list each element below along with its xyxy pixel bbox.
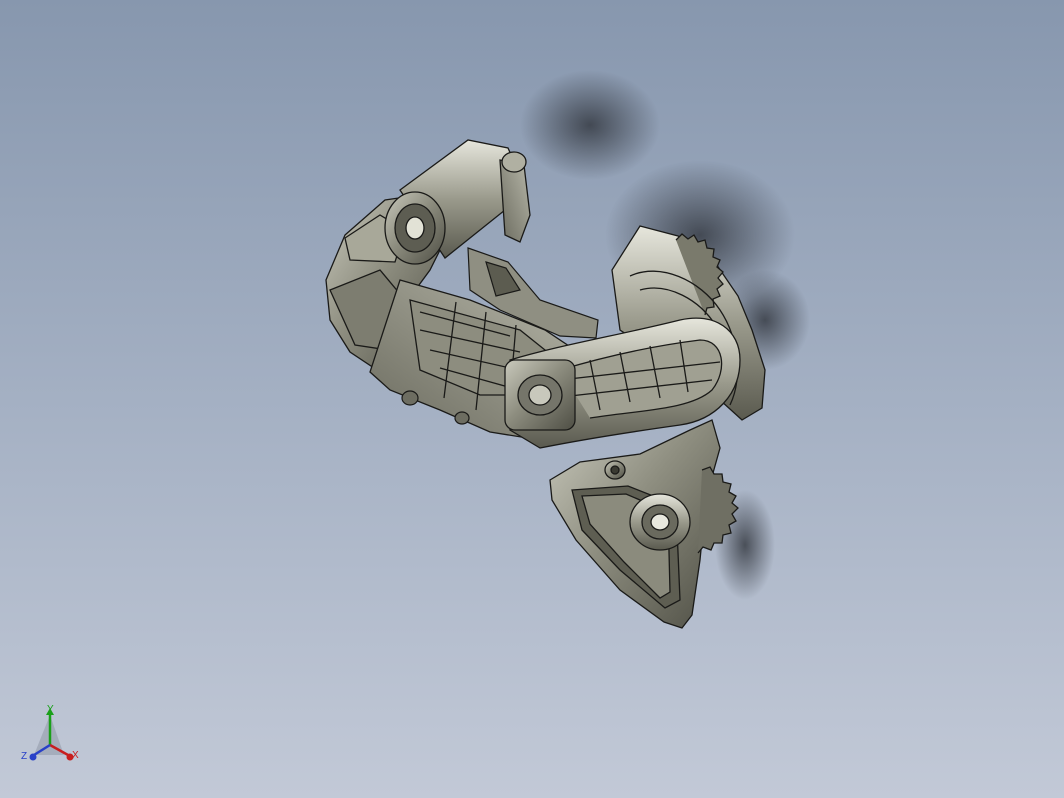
triad-z-label: Z xyxy=(21,751,28,762)
pivot-bolt[interactable] xyxy=(504,359,576,431)
rear-derailleur-model[interactable] xyxy=(0,0,1064,798)
triad-x-label: X xyxy=(72,750,79,761)
graphics-viewport[interactable]: Y Z X xyxy=(0,0,1064,798)
mount-barrel[interactable] xyxy=(384,139,531,265)
coordinate-triad: Y Z X xyxy=(20,705,84,769)
triad-y-label: Y xyxy=(47,704,54,715)
